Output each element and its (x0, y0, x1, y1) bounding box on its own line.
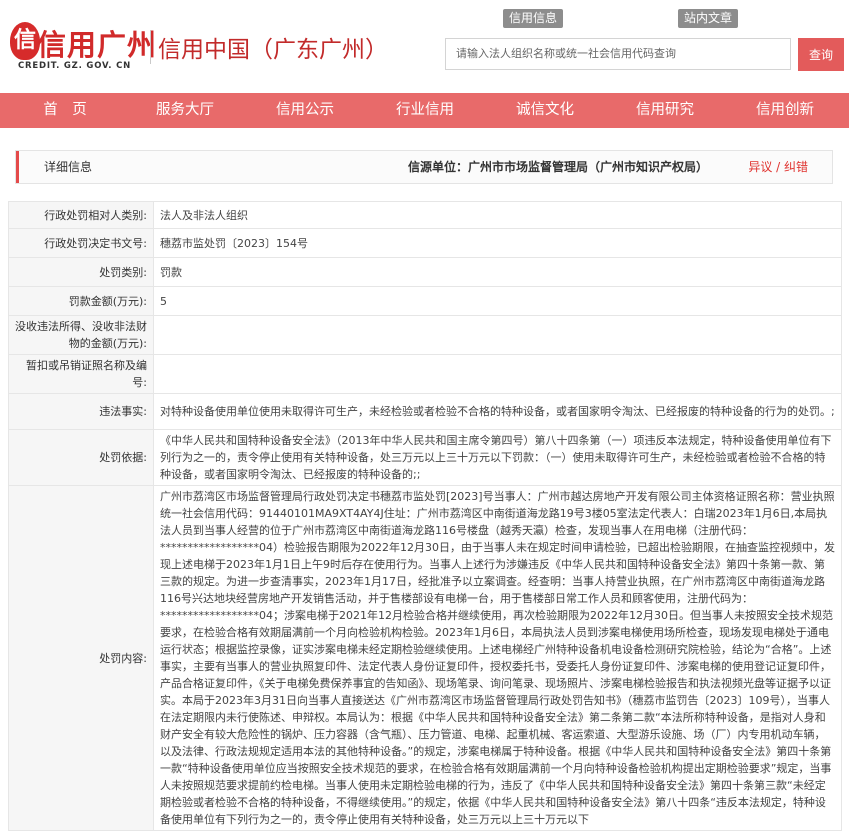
row-value: 广州市荔湾区市场监督管理局行政处罚决定书穗荔市监处罚[2023]号当事人：广州市… (153, 485, 842, 831)
nav-item-integrity-culture[interactable]: 诚信文化 (503, 93, 587, 128)
row-value: 《中华人民共和国特种设备安全法》（2013年中华人民共和国主席令第四号）第八十四… (153, 429, 842, 486)
row-label: 处罚类别: (8, 257, 154, 287)
nav-item-credit-publicity[interactable]: 信用公示 (263, 93, 347, 128)
table-row: 处罚类别: 罚款 (8, 257, 842, 287)
row-value (153, 354, 842, 394)
row-label: 处罚内容: (8, 485, 154, 831)
row-label: 行政处罚决定书文号: (8, 228, 154, 258)
top-link-site-articles[interactable]: 站内文章 (678, 9, 739, 28)
table-row: 违法事实: 对特种设备使用单位使用未取得许可生产，未经检验或者检验不合格的特种设… (8, 393, 842, 430)
logo-divider (150, 30, 151, 64)
panel-marker (16, 151, 19, 183)
row-value (153, 315, 842, 355)
table-row: 罚款金额(万元): 5 (8, 286, 842, 316)
penalty-detail-table: 行政处罚相对人类别: 法人及非法人组织 行政处罚决定书文号: 穗荔市监处罚〔20… (8, 201, 842, 831)
row-value: 法人及非法人组织 (153, 201, 842, 229)
search-button[interactable]: 查询 (798, 38, 844, 71)
table-row: 行政处罚决定书文号: 穗荔市监处罚〔2023〕154号 (8, 228, 842, 258)
table-row: 处罚内容: 广州市荔湾区市场监督管理局行政处罚决定书穗荔市监处罚[2023]号当… (8, 485, 842, 831)
nav-item-service-hall[interactable]: 服务大厅 (143, 93, 227, 128)
site-header: 信 信用广州 CREDIT. GZ. GOV. CN 信用中国（广东广州） 信用… (0, 0, 849, 93)
nav-item-credit-innovation[interactable]: 信用创新 (743, 93, 827, 128)
panel-title: 详细信息 (44, 160, 93, 174)
row-value: 穗荔市监处罚〔2023〕154号 (153, 228, 842, 258)
objection-correction-link[interactable]: 异议 / 纠错 (748, 151, 808, 183)
nav-item-industry-credit[interactable]: 行业信用 (383, 93, 467, 128)
site-logo[interactable]: 信 信用广州 CREDIT. GZ. GOV. CN (10, 22, 156, 76)
credit-seal-icon: 信 (10, 22, 40, 60)
logo-domain: CREDIT. GZ. GOV. CN (18, 61, 132, 71)
row-label: 暂扣或吊销证照名称及编号: (8, 354, 154, 394)
main-nav: 首 页 服务大厅 信用公示 行业信用 诚信文化 信用研究 信用创新 (0, 93, 849, 128)
nav-item-credit-research[interactable]: 信用研究 (623, 93, 707, 128)
search-input[interactable] (445, 38, 791, 70)
detail-panel-header: 详细信息 信源单位：广州市市场监督管理局（广州市知识产权局） 异议 / 纠错 (15, 150, 833, 184)
row-label: 行政处罚相对人类别: (8, 201, 154, 229)
table-row: 行政处罚相对人类别: 法人及非法人组织 (8, 201, 842, 229)
top-link-credit-info[interactable]: 信用信息 (503, 9, 564, 28)
row-label: 违法事实: (8, 393, 154, 430)
table-row: 没收违法所得、没收非法财物的金额(万元): (8, 315, 842, 355)
row-label: 没收违法所得、没收非法财物的金额(万元): (8, 315, 154, 355)
row-label: 处罚依据: (8, 429, 154, 486)
row-value: 5 (153, 286, 842, 316)
table-row: 处罚依据: 《中华人民共和国特种设备安全法》（2013年中华人民共和国主席令第四… (8, 429, 842, 486)
row-label: 罚款金额(万元): (8, 286, 154, 316)
row-value: 对特种设备使用单位使用未取得许可生产，未经检验或者检验不合格的特种设备，或者国家… (153, 393, 842, 430)
logo-text: 信用广州 (37, 28, 158, 62)
nav-item-home[interactable]: 首 页 (23, 93, 107, 128)
row-value: 罚款 (153, 257, 842, 287)
table-row: 暂扣或吊销证照名称及编号: (8, 354, 842, 394)
site-subtitle: 信用中国（广东广州） (158, 37, 388, 63)
data-source-label: 信源单位：广州市市场监督管理局（广州市知识产权局） (407, 160, 708, 174)
